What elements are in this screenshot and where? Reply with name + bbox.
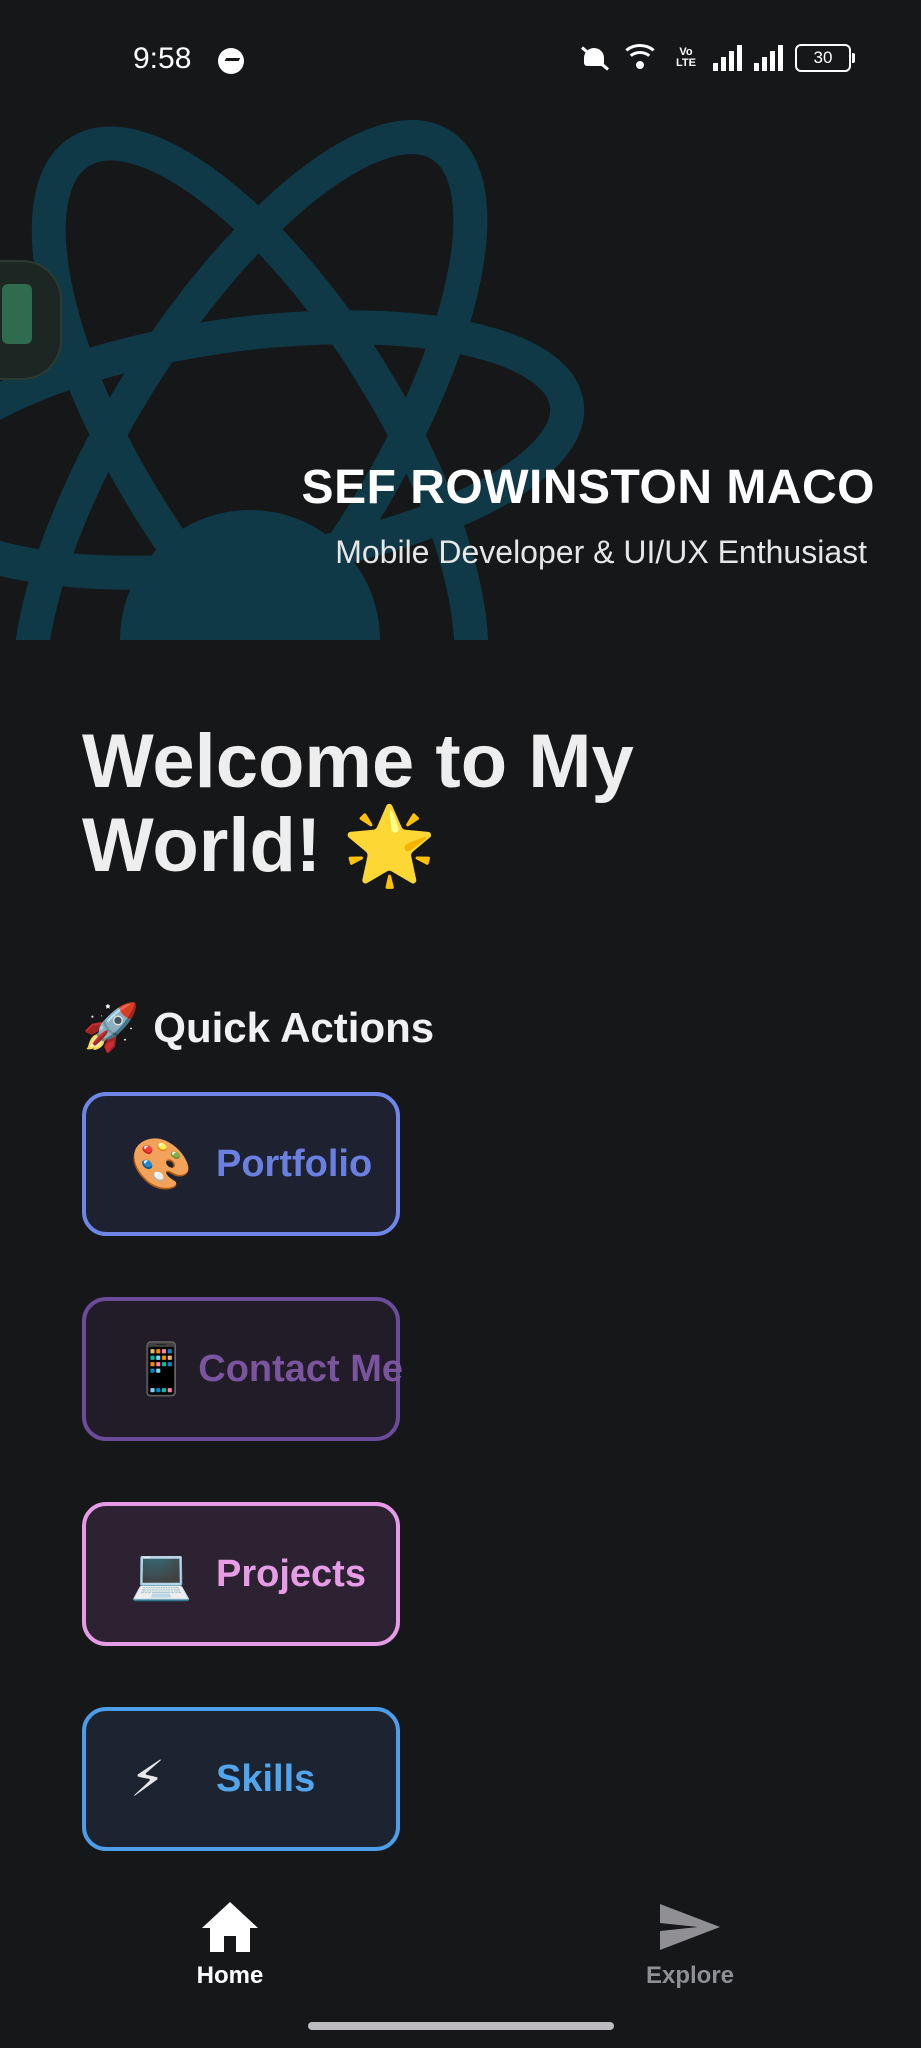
welcome-heading: Welcome to My World! 🌟 [82,720,782,888]
projects-label: Projects [216,1552,366,1595]
status-icons: Vo LTE 30 [579,44,855,72]
phone-icon: 📱 [130,1340,193,1397]
portfolio-label: Portfolio [216,1142,373,1185]
messenger-icon [218,48,244,74]
profile-role: Mobile Developer & UI/UX Enthusiast [335,534,867,570]
signal-icon [754,45,783,71]
gesture-home-bar[interactable] [308,2022,614,2030]
rocket-icon: 🚀 [82,1001,140,1053]
palette-icon: 🎨 [130,1135,193,1192]
profile-header: SEF ROWINSTON MACO Mobile Developer & UI… [0,120,921,640]
skills-label: Skills [216,1757,316,1800]
welcome-line-2: World! 🌟 [82,803,437,888]
lightning-icon: ⚡ [130,1751,166,1807]
laptop-icon: 💻 [130,1545,193,1602]
home-icon [202,1902,258,1952]
volte-icon: Vo LTE [676,46,696,69]
nav-item-home[interactable]: Home [180,1900,280,1990]
projects-button[interactable]: 💻 Projects [82,1502,400,1646]
mute-bell-icon [579,44,609,72]
skills-button[interactable]: ⚡ Skills [82,1707,400,1851]
profile-name: SEF ROWINSTON MACO [301,461,875,514]
nav-home-label: Home [196,1962,264,1989]
status-bar: 9:58 Vo LTE 30 [0,0,921,120]
contact-me-button[interactable]: 📱 Contact Me [82,1297,404,1441]
floating-chat-bubble[interactable] [0,260,62,380]
clock: 9:58 [133,42,192,75]
quick-actions-heading: 🚀 Quick Actions [82,1000,434,1055]
wifi-icon [620,44,660,72]
quick-actions-title: Quick Actions [153,1003,435,1051]
battery-icon: 30 [795,44,855,72]
nav-explore-label: Explore [645,1962,735,1989]
nav-item-explore[interactable]: Explore [640,1900,740,1990]
portfolio-button[interactable]: 🎨 Portfolio [82,1092,400,1236]
signal-icon [713,45,742,71]
contact-me-label: Contact Me [198,1347,404,1390]
send-icon [660,1904,720,1950]
welcome-line-1: Welcome to My [82,719,634,804]
